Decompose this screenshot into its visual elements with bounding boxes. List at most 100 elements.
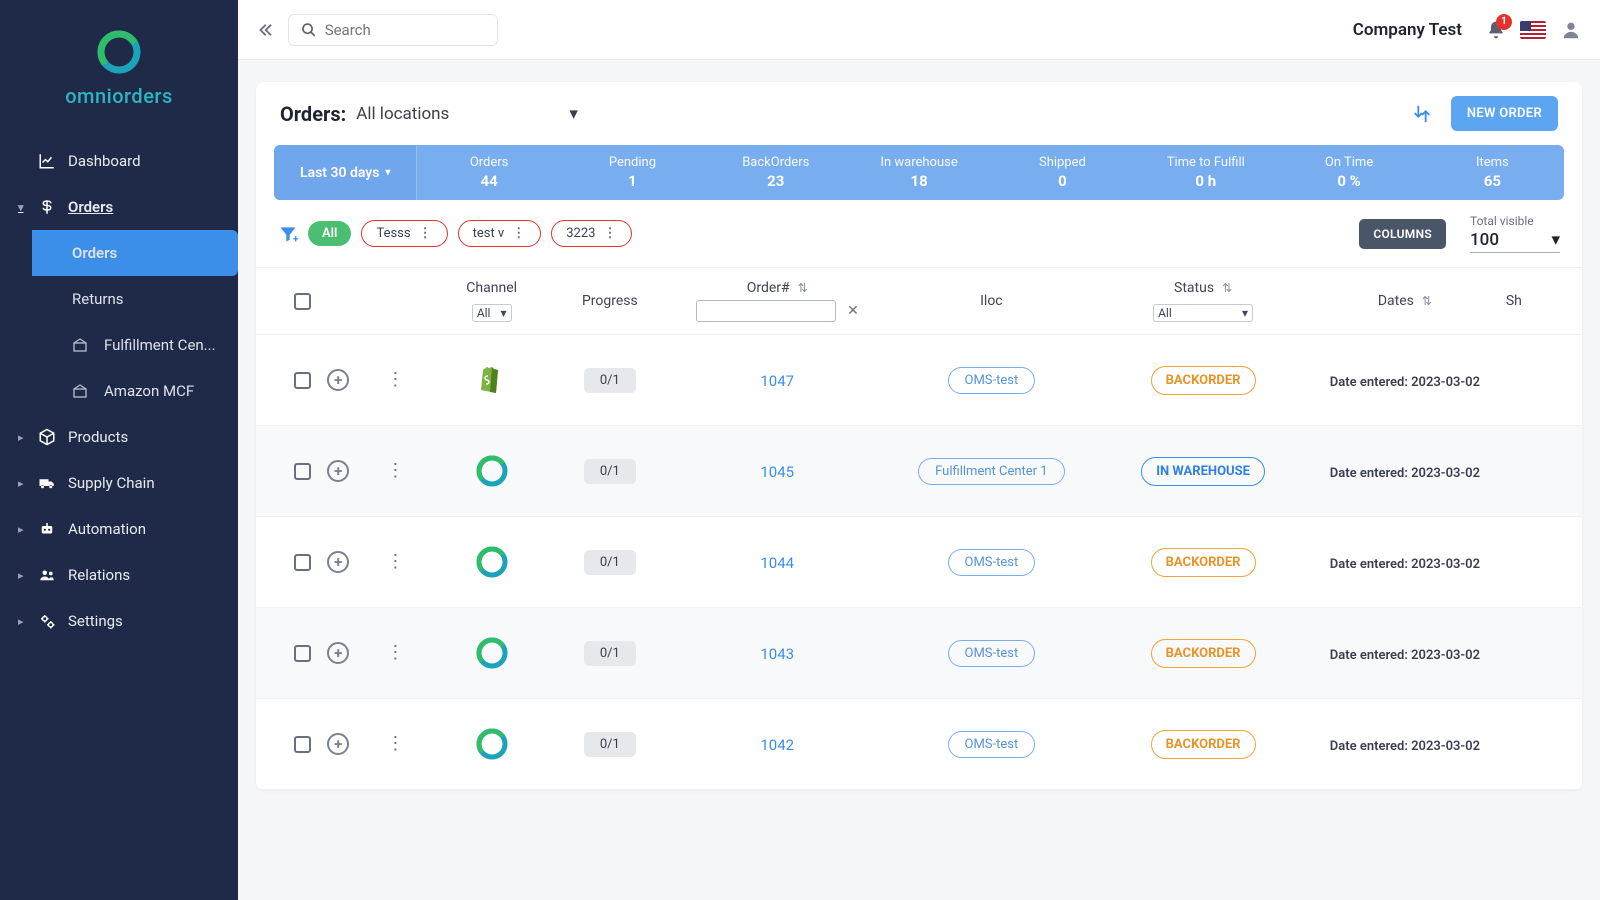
row-checkbox[interactable] xyxy=(294,463,311,480)
locale-flag-us[interactable] xyxy=(1520,21,1546,39)
stat-cell[interactable]: Pending1 xyxy=(561,145,704,200)
location-select[interactable]: All locations ▾ xyxy=(356,100,578,128)
nav-automation[interactable]: ▸ Automation xyxy=(0,506,238,552)
col-header-order[interactable]: Order# xyxy=(747,280,790,296)
search-field[interactable] xyxy=(288,14,498,46)
expand-row-button[interactable]: + xyxy=(327,460,349,482)
chip-menu-icon[interactable]: ⋮ xyxy=(512,226,526,241)
subnav-amazon-mcf[interactable]: Amazon MCF xyxy=(32,368,238,414)
new-order-button[interactable]: NEW ORDER xyxy=(1451,96,1558,131)
filter-add-button[interactable]: + xyxy=(278,224,298,244)
order-number-link[interactable]: 1045 xyxy=(760,463,794,481)
expand-row-button[interactable]: + xyxy=(327,551,349,573)
subnav-fulfillment-center[interactable]: Fulfillment Cen... xyxy=(32,322,238,368)
row-menu-button[interactable]: ⋮ xyxy=(386,560,437,564)
stat-cell[interactable]: Time to Fulfill0 h xyxy=(1134,145,1277,200)
filter-chip[interactable]: test v ⋮ xyxy=(458,220,542,247)
stat-cell[interactable]: In warehouse18 xyxy=(847,145,990,200)
chip-label: test v xyxy=(473,226,505,241)
notifications-button[interactable]: 1 xyxy=(1486,20,1506,40)
channel-omni-icon xyxy=(475,727,509,761)
row-checkbox[interactable] xyxy=(294,554,311,571)
columns-button[interactable]: COLUMNS xyxy=(1359,219,1446,249)
filter-chip[interactable]: 3223⋮ xyxy=(551,220,632,247)
iloc-tag[interactable]: OMS-test xyxy=(948,367,1036,394)
order-filter-input[interactable] xyxy=(696,300,836,322)
subnav-orders[interactable]: Orders xyxy=(32,230,238,276)
expand-row-button[interactable]: + xyxy=(327,369,349,391)
select-all-checkbox[interactable] xyxy=(294,293,311,310)
subnav-label: Fulfillment Cen... xyxy=(104,336,216,354)
chip-menu-icon[interactable]: ⋮ xyxy=(603,226,617,241)
iloc-tag[interactable]: OMS-test xyxy=(948,549,1036,576)
row-checkbox[interactable] xyxy=(294,645,311,662)
progress-value: 0/1 xyxy=(584,641,636,666)
stat-cell[interactable]: Orders44 xyxy=(417,145,560,200)
progress-value: 0/1 xyxy=(584,732,636,757)
table-row: +⋮0/11044OMS-testBACKORDERDate entered: … xyxy=(256,517,1582,608)
col-header-dates[interactable]: Dates xyxy=(1378,293,1414,309)
order-number-link[interactable]: 1042 xyxy=(760,736,794,754)
gears-icon xyxy=(36,612,58,630)
table-row: +⋮0/11043OMS-testBACKORDERDate entered: … xyxy=(256,608,1582,699)
sidebar-collapse-button[interactable] xyxy=(256,21,274,39)
filter-chip[interactable]: Tesss⋮ xyxy=(361,220,447,247)
nav-products[interactable]: ▸ Products xyxy=(0,414,238,460)
clear-order-filter[interactable]: ✕ xyxy=(847,303,859,319)
row-checkbox[interactable] xyxy=(294,372,311,389)
sort-icon[interactable]: ⇅ xyxy=(1422,294,1432,308)
row-menu-button[interactable]: ⋮ xyxy=(386,378,437,382)
row-menu-button[interactable]: ⋮ xyxy=(386,651,437,655)
nav-dashboard[interactable]: Dashboard xyxy=(0,138,238,184)
filter-chip-all[interactable]: All xyxy=(308,221,351,246)
main-region: Company Test 1 Orders: All locations ▾ xyxy=(238,0,1600,900)
subnav-returns[interactable]: Returns xyxy=(0,276,238,322)
nav-relations[interactable]: ▸ Relations xyxy=(0,552,238,598)
row-menu-button[interactable]: ⋮ xyxy=(386,742,437,746)
nav-orders[interactable]: ▾ Orders xyxy=(0,184,238,230)
stat-label: Time to Fulfill xyxy=(1138,155,1273,170)
col-header-iloc: Iloc xyxy=(980,293,1003,309)
company-name: Company Test xyxy=(1353,20,1462,40)
table-header: Channel All▾ Progress Order# ⇅ ✕ xyxy=(256,267,1582,335)
stat-cell[interactable]: BackOrders23 xyxy=(704,145,847,200)
chevron-down-icon: ▾ xyxy=(500,306,506,320)
table-body: +⋮0/11047OMS-testBACKORDERDate entered: … xyxy=(256,335,1582,790)
stats-bar: Last 30 days ▾ Orders44Pending1BackOrder… xyxy=(274,145,1564,200)
row-menu-button[interactable]: ⋮ xyxy=(386,469,437,473)
search-input[interactable] xyxy=(325,21,485,39)
chip-menu-icon[interactable]: ⋮ xyxy=(419,226,433,241)
stat-cell[interactable]: On Time0 % xyxy=(1277,145,1420,200)
order-number-link[interactable]: 1044 xyxy=(760,554,794,572)
row-checkbox[interactable] xyxy=(294,736,311,753)
iloc-tag[interactable]: OMS-test xyxy=(948,640,1036,667)
nav-settings[interactable]: ▸ Settings xyxy=(0,598,238,644)
channel-omni-icon xyxy=(475,636,509,670)
nav-supply-chain[interactable]: ▸ Supply Chain xyxy=(0,460,238,506)
stat-label: Shipped xyxy=(995,155,1130,170)
expand-row-button[interactable]: + xyxy=(327,642,349,664)
subnav-label: Amazon MCF xyxy=(104,382,194,400)
robot-icon xyxy=(36,520,58,538)
iloc-tag[interactable]: OMS-test xyxy=(948,731,1036,758)
status-filter-select[interactable]: All▾ xyxy=(1153,304,1253,322)
import-export-button[interactable] xyxy=(1411,103,1433,125)
caret-right-icon: ▸ xyxy=(18,569,30,582)
col-header-status[interactable]: Status xyxy=(1174,280,1214,296)
channel-filter-select[interactable]: All▾ xyxy=(472,304,512,322)
total-visible-select[interactable]: Total visible 100 ▾ xyxy=(1470,214,1560,253)
chevron-down-icon: ▾ xyxy=(1551,230,1560,250)
order-number-link[interactable]: 1043 xyxy=(760,645,794,663)
order-number-link[interactable]: 1047 xyxy=(760,372,794,390)
sort-icon[interactable]: ⇅ xyxy=(798,281,808,295)
sort-icon[interactable]: ⇅ xyxy=(1222,281,1232,295)
stat-value: 0 % xyxy=(1281,172,1416,190)
iloc-tag[interactable]: Fulfillment Center 1 xyxy=(918,458,1064,485)
date-range-select[interactable]: Last 30 days ▾ xyxy=(274,145,417,200)
channel-omni-icon xyxy=(475,454,509,488)
stat-cell[interactable]: Shipped0 xyxy=(991,145,1134,200)
expand-row-button[interactable]: + xyxy=(327,733,349,755)
stat-cell[interactable]: Items65 xyxy=(1421,145,1564,200)
user-menu-button[interactable] xyxy=(1560,19,1582,41)
date-entered: Date entered: 2023-03-02 xyxy=(1330,466,1480,481)
